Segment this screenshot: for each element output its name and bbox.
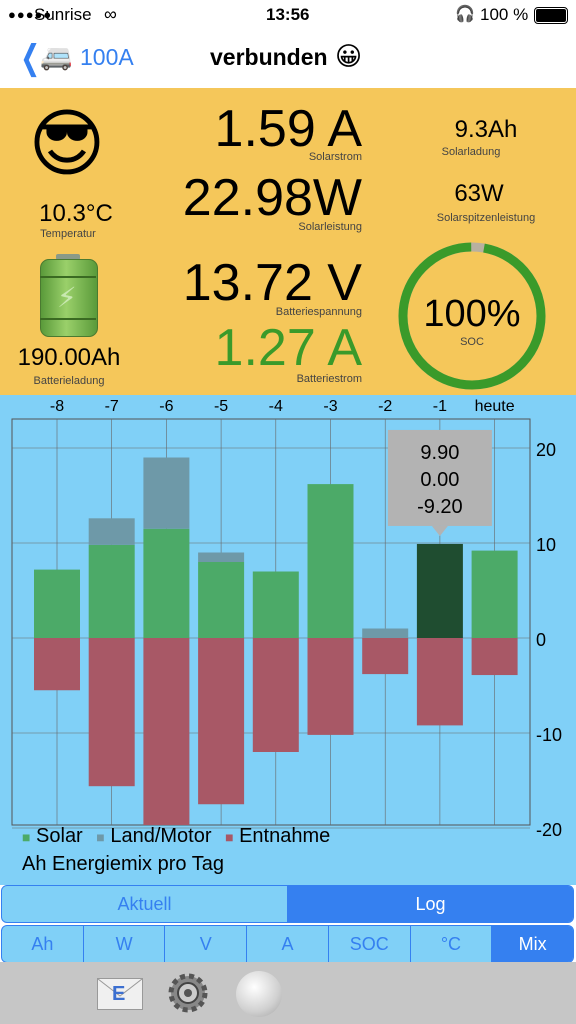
y-tick-label: 20: [536, 440, 556, 460]
bar-land-motor: [198, 552, 245, 562]
battery-voltage-label: Batteriespannung: [275, 306, 362, 318]
carrier: Sunrise: [34, 5, 92, 24]
legend-entnahme-swatch: ■: [225, 829, 234, 845]
bar-solar: [416, 543, 463, 638]
view-tabs: Aktuell Log: [1, 885, 574, 923]
back-chevron-icon[interactable]: ❮: [20, 38, 40, 78]
bar-solar: [34, 569, 80, 638]
soc-value: 100%: [423, 293, 521, 335]
bar-entnahme: [416, 638, 463, 726]
battery-capacity-value: 190.00Ah: [17, 344, 121, 371]
energy-chart-svg: 20 10 0 -10 -20 -8 -7 -6 -5 -4 -3 -2 -1 heute 9.90 0.00…: [11, 398, 562, 840]
bar-solar: [471, 550, 518, 638]
battery-capacity-label: Batterieladung: [33, 375, 105, 387]
tab-soc[interactable]: SOC: [329, 926, 411, 962]
clock: 13:56: [266, 5, 310, 24]
y-tick-label: -10: [536, 725, 562, 745]
solar-peak-label: Solarspitzenleistung: [436, 212, 536, 224]
tab-log[interactable]: Log: [288, 886, 573, 922]
temperature-value: 10.3°C: [39, 200, 113, 227]
x-tick-label: -5: [214, 398, 228, 415]
page-title: verbunden: [210, 44, 328, 70]
legend-land-swatch: ■: [96, 829, 105, 845]
tooltip-pointer: [431, 525, 448, 536]
x-tick-label: -4: [269, 398, 283, 415]
solar-power-value: 22.98W: [182, 169, 362, 227]
bar-solar: [143, 528, 190, 638]
y-tick-label: 0: [536, 630, 546, 650]
bar-solar: [198, 562, 245, 638]
metric-tabs: Ah W V A SOC °C Mix: [1, 925, 574, 963]
bar-land-motor: [362, 628, 409, 638]
navigation-bar: ❮ 🚐 100A verbunden 😀: [0, 30, 576, 89]
battery-voltage-value: 13.72 V: [182, 254, 362, 312]
bar-entnahme: [88, 638, 135, 787]
bottom-toolbar: E: [0, 962, 576, 1024]
solar-current-value: 1.59 A: [214, 100, 362, 158]
link-icon: ∞: [104, 4, 117, 24]
bar-solar: [252, 571, 299, 638]
bar-entnahme: [34, 638, 80, 691]
x-tick-label: -6: [159, 398, 173, 415]
x-tick-label: -2: [378, 398, 392, 415]
email-icon[interactable]: E: [97, 978, 143, 1010]
x-tick-label: -7: [105, 398, 119, 415]
soc-label: SOC: [460, 336, 484, 348]
energy-chart: 20 10 0 -10 -20 -8 -7 -6 -5 -4 -3 -2 -1 heute 9.90 0.00…: [0, 395, 576, 885]
legend-solar-swatch: ■: [22, 829, 31, 845]
bar-entnahme: [198, 638, 245, 805]
tooltip-value: 9.90: [420, 442, 459, 464]
legend-solar: Solar: [36, 825, 83, 847]
solar-charge-value: 9.3Ah: [454, 116, 518, 143]
bar-entnahme: [307, 638, 354, 735]
bar-land-motor: [143, 457, 190, 529]
tooltip-value: -9.20: [417, 496, 463, 518]
back-button[interactable]: 100A: [80, 44, 134, 71]
chart-legend: ■ Solar ■ Land/Motor ■ Entnahme: [22, 825, 330, 848]
tab-w[interactable]: W: [84, 926, 166, 962]
tab-ah[interactable]: Ah: [2, 926, 84, 962]
x-tick-label: heute: [475, 398, 515, 415]
tab-v[interactable]: V: [165, 926, 248, 962]
bar-land-motor: [88, 518, 135, 545]
x-tick-label: -8: [50, 398, 64, 415]
bar-solar: [307, 484, 354, 638]
x-tick-label: -1: [433, 398, 447, 415]
status-bar: ●●●●● Sunrise ∞ 13:56 🎧 100 %: [0, 0, 576, 30]
legend-land: Land/Motor: [110, 825, 212, 847]
tooltip-value: 0.00: [420, 469, 459, 491]
bar-entnahme: [471, 638, 518, 676]
solar-power-label: Solarleistung: [298, 221, 362, 233]
sunglasses-icon: 😎: [28, 102, 106, 185]
solar-charge-label: Solarladung: [441, 146, 501, 158]
battery-icon: [534, 7, 568, 24]
bar-entnahme: [362, 638, 409, 675]
chart-title: Ah Energiemix pro Tag: [22, 853, 224, 875]
bar-solar: [88, 544, 135, 638]
bar-entnahme: [143, 638, 190, 825]
battery-current-value: 1.27 A: [214, 319, 362, 377]
tab-a[interactable]: A: [247, 926, 329, 962]
battery-charging-icon: ⚡: [40, 254, 98, 337]
headphones-icon: 🎧: [455, 6, 475, 23]
status-panel: 😎 10.3°C Temperatur ⚡ 190.00Ah Batteriel…: [0, 88, 576, 395]
legend-entnahme: Entnahme: [239, 825, 331, 847]
y-tick-label: 10: [536, 535, 556, 555]
solar-current-label: Solarstrom: [308, 151, 362, 163]
tab-celsius[interactable]: °C: [411, 926, 493, 962]
bar-entnahme: [252, 638, 299, 752]
temperature-label: Temperatur: [40, 228, 96, 240]
x-tick-label: -3: [323, 398, 337, 415]
refresh-button[interactable]: [236, 971, 282, 1017]
tab-mix[interactable]: Mix: [492, 926, 573, 962]
van-icon[interactable]: 🚐: [40, 41, 72, 72]
battery-current-label: Batteriestrom: [296, 373, 362, 385]
smile-icon: 😀: [335, 41, 363, 71]
y-tick-label: -20: [536, 820, 562, 840]
solar-peak-value: 63W: [454, 180, 504, 207]
tab-aktuell[interactable]: Aktuell: [2, 886, 288, 922]
settings-gear-icon[interactable]: [166, 971, 210, 1015]
battery-percent: 100 %: [480, 5, 529, 24]
